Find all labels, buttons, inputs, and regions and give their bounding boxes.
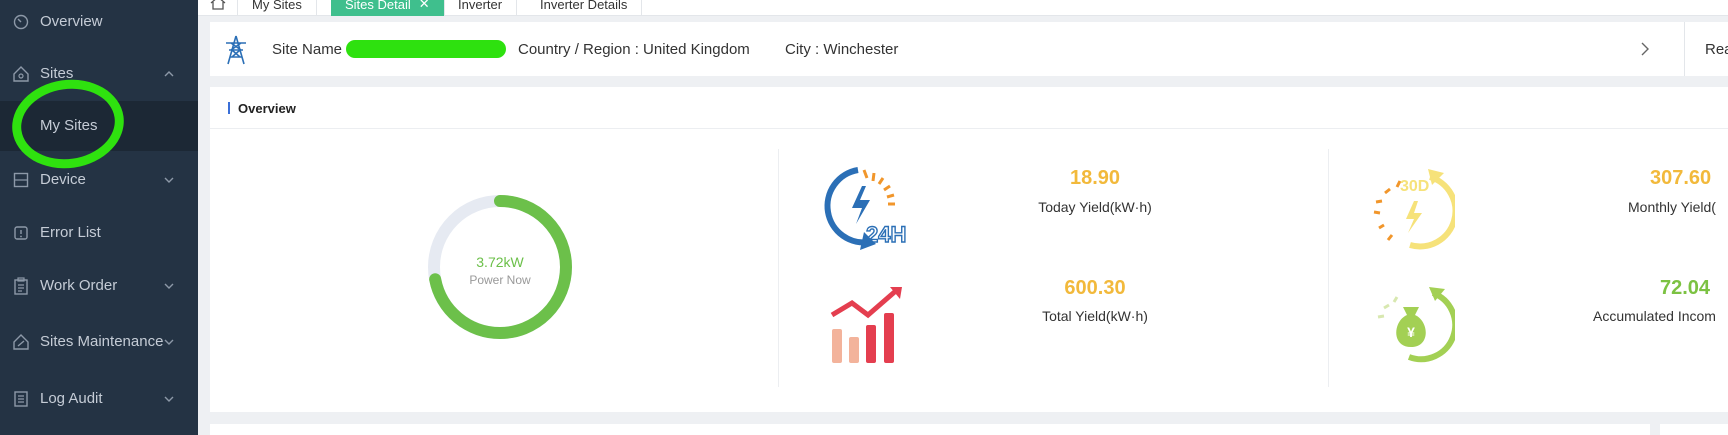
overview-panel: Overview 3.72kW Power Now 24H 30D ¥ 18.9…	[210, 87, 1728, 412]
tab-sites-detail[interactable]: Sites Detail ✕	[331, 0, 445, 16]
next-panel	[210, 424, 1650, 435]
panel-header: Overview	[210, 87, 1728, 129]
tab-inverter[interactable]: Inverter	[444, 0, 518, 16]
calendar-30d-icon: 30D	[1373, 169, 1455, 250]
sidebar-item-label: Log Audit	[40, 390, 103, 407]
tab-bar: My Sites Sites Detail ✕ Inverter Inverter…	[198, 0, 1728, 16]
monthly-yield-value: 307.60	[1650, 167, 1712, 189]
tab-label: Inverter	[458, 0, 503, 12]
sidebar: Overview Sites My Sites Device Error Lis…	[0, 0, 198, 435]
tab-label: Inverter Details	[540, 0, 628, 12]
today-yield-value: 18.90	[1069, 167, 1121, 189]
chevron-right-icon[interactable]	[1638, 41, 1652, 57]
sidebar-item-work-order[interactable]: Work Order	[0, 264, 198, 308]
sidebar-item-label: Work Order	[40, 277, 118, 294]
sidebar-item-my-sites[interactable]: My Sites	[0, 101, 198, 151]
home-icon	[12, 65, 30, 83]
chevron-down-icon	[163, 392, 177, 406]
chevron-down-icon	[163, 173, 177, 187]
next-panel	[1660, 424, 1728, 435]
tab-my-sites[interactable]: My Sites	[238, 0, 317, 16]
site-name-label: Site Name	[272, 40, 343, 58]
icon-24h-text: 24H	[866, 222, 906, 247]
sidebar-item-device[interactable]: Device	[0, 158, 198, 202]
icon-30d-text: 30D	[1400, 178, 1429, 195]
clock-24h-icon: 24H	[824, 167, 907, 250]
currency-symbol: ¥	[1407, 324, 1415, 340]
sidebar-item-label: Device	[40, 171, 86, 188]
accumulated-income-value: 72.04	[1660, 277, 1711, 299]
tab-label: My Sites	[252, 0, 302, 12]
redaction-mark	[346, 40, 506, 58]
divider	[1328, 149, 1329, 387]
divider	[1684, 22, 1685, 76]
sidebar-item-sites[interactable]: Sites	[0, 52, 198, 96]
panel-title: Overview	[238, 101, 296, 116]
sidebar-item-label: Overview	[40, 13, 103, 30]
divider	[778, 149, 779, 387]
growth-chart-icon	[830, 287, 902, 363]
power-now-label: Power Now	[469, 273, 531, 287]
dashboard-icon	[12, 13, 30, 31]
tab-inverter-details[interactable]: Inverter Details	[526, 0, 643, 16]
chevron-down-icon	[163, 335, 177, 349]
sidebar-item-label: My Sites	[40, 117, 98, 134]
tab-label: Sites Detail	[345, 0, 411, 12]
sidebar-item-sites-maintenance[interactable]: Sites Maintenance	[0, 320, 198, 364]
site-info-bar: Site Name Country / Region : United King…	[210, 22, 1728, 76]
error-icon	[12, 224, 30, 242]
accumulated-income-label: Accumulated Incom	[1593, 308, 1716, 324]
home-icon	[210, 0, 226, 13]
total-yield-value: 600.30	[1064, 277, 1126, 299]
sidebar-item-label: Error List	[40, 224, 101, 241]
money-bag-icon: ¥	[1377, 287, 1455, 363]
clipboard-icon	[12, 277, 30, 295]
sidebar-item-log-audit[interactable]: Log Audit	[0, 377, 198, 421]
sidebar-item-error-list[interactable]: Error List	[0, 211, 198, 255]
sidebar-item-label: Sites	[40, 65, 74, 82]
chevron-up-icon	[163, 67, 177, 81]
today-yield-label: Today Yield(kW·h)	[1038, 199, 1152, 215]
monthly-yield-label: Monthly Yield(	[1628, 199, 1716, 215]
transmission-tower-icon	[222, 34, 250, 66]
log-icon	[12, 390, 30, 408]
sidebar-item-label: Sites Maintenance	[40, 333, 164, 350]
close-icon[interactable]: ✕	[419, 0, 430, 12]
device-icon	[12, 171, 30, 189]
site-country: Country / Region : United Kingdom	[518, 40, 750, 58]
sidebar-item-overview[interactable]: Overview	[0, 0, 198, 44]
total-yield-label: Total Yield(kW·h)	[1042, 308, 1148, 324]
realtime-label[interactable]: Rea	[1705, 41, 1728, 58]
wrench-icon	[12, 333, 30, 351]
site-city: City : Winchester	[785, 40, 899, 58]
title-accent	[228, 102, 230, 114]
power-now-value: 3.72kW	[476, 254, 524, 270]
chevron-down-icon	[163, 279, 177, 293]
tab-home[interactable]	[198, 0, 238, 16]
